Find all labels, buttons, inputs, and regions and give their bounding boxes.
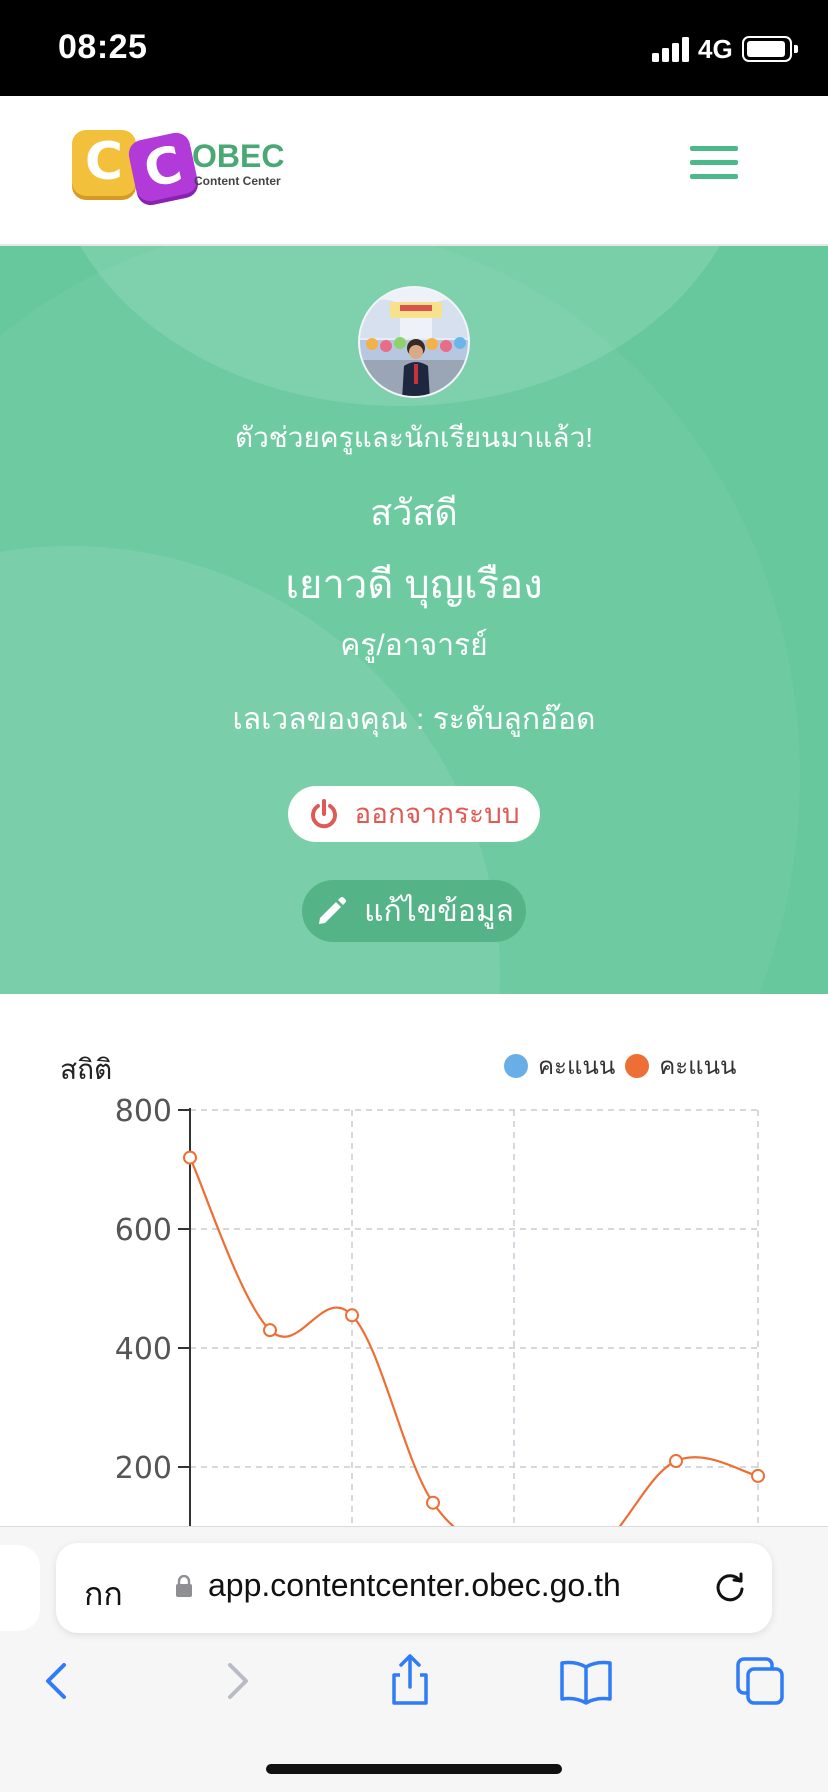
edit-profile-button[interactable]: แก้ไขข้อมูล: [302, 880, 526, 942]
logo-mark-purple: C: [126, 130, 200, 204]
text-size-button[interactable]: กก: [84, 1569, 123, 1620]
logo-mark-yellow: C: [72, 130, 136, 196]
data-point[interactable]: [263, 1323, 277, 1338]
pencil-icon: [319, 897, 347, 924]
tagline: ตัวช่วยครูและนักเรียนมาแล้ว!: [234, 422, 594, 453]
tabs-icon[interactable]: [730, 1651, 790, 1711]
obec-logo[interactable]: C C OBEC Content Center: [72, 126, 292, 206]
logout-button[interactable]: ออกจากระบบ: [288, 786, 540, 842]
home-indicator: [266, 1764, 562, 1774]
screen: 08:25 4G C C OBEC Content Center ตัวช่วย…: [0, 0, 828, 1792]
status-time: 08:25: [58, 28, 148, 66]
stats-title: สถิติ: [60, 1054, 113, 1085]
user-name: เยาวดี บุญเรือง: [285, 563, 543, 607]
profile-hero: ตัวช่วยครูและนักเรียนมาแล้ว! สวัสดี เยาว…: [0, 246, 828, 994]
previous-tab-peek[interactable]: [0, 1545, 40, 1631]
y-tick-label: 800: [115, 1094, 172, 1129]
stats-line-chart: 200 400 600 800: [115, 1094, 765, 1526]
legend-item-1[interactable]: คะแนน: [504, 1046, 615, 1085]
y-tick-label: 600: [115, 1213, 172, 1248]
address-bar[interactable]: กก app.contentcenter.obec.go.th: [56, 1543, 772, 1633]
edit-label: แก้ไขข้อมูล: [364, 894, 514, 928]
data-point[interactable]: [183, 1150, 197, 1165]
status-bar: 08:25 4G: [0, 0, 828, 96]
bookmarks-icon[interactable]: [556, 1651, 616, 1711]
data-point[interactable]: [669, 1454, 683, 1469]
battery-icon: [742, 36, 798, 62]
avatar: [358, 286, 470, 398]
app-header: C C OBEC Content Center: [0, 96, 828, 246]
network-type: 4G: [698, 34, 733, 64]
forward-icon[interactable]: [206, 1651, 266, 1711]
series-line-orange: [189, 1157, 759, 1526]
browser-bar: กก app.contentcenter.obec.go.th: [0, 1526, 828, 1792]
legend-label-2: คะแนน: [659, 1053, 737, 1080]
logo-brand: OBEC: [192, 138, 285, 174]
data-point[interactable]: [345, 1308, 359, 1323]
greeting: สวัสดี: [370, 492, 458, 533]
reload-icon[interactable]: [710, 1567, 750, 1607]
signal-icon: [652, 36, 692, 62]
lock-icon: [176, 1575, 192, 1597]
user-role: ครู/อาจารย์: [340, 629, 488, 662]
user-level: เลเวลของคุณ : ระดับลูกอ๊อด: [232, 703, 596, 736]
y-tick-label: 200: [115, 1451, 172, 1486]
hamburger-menu-icon[interactable]: [690, 146, 738, 180]
logout-label: ออกจากระบบ: [354, 798, 520, 829]
legend-dot-blue: [504, 1053, 528, 1078]
data-point[interactable]: [751, 1468, 765, 1483]
url-text[interactable]: app.contentcenter.obec.go.th: [208, 1567, 621, 1604]
y-tick-label: 400: [115, 1332, 172, 1367]
legend-item-2[interactable]: คะแนน: [625, 1046, 736, 1085]
back-icon[interactable]: [28, 1651, 88, 1711]
data-point[interactable]: [426, 1495, 440, 1510]
legend-label-1: คะแนน: [538, 1053, 616, 1080]
share-icon[interactable]: [380, 1651, 440, 1711]
power-icon: [311, 799, 338, 829]
legend-dot-orange: [625, 1053, 650, 1078]
chart-legend[interactable]: คะแนน คะแนน: [504, 1046, 736, 1085]
logo-subtitle: Content Center: [194, 174, 281, 188]
